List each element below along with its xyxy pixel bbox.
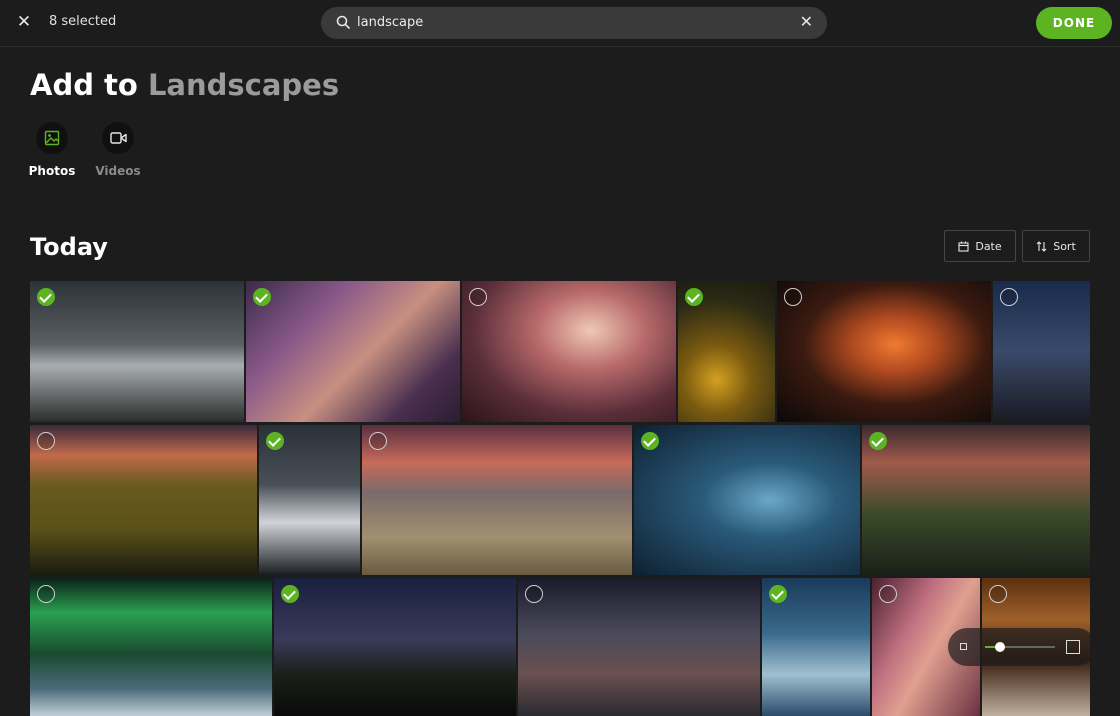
tab-photos-circle: [36, 122, 68, 154]
tab-videos[interactable]: Videos: [88, 122, 148, 178]
small-thumbnails-icon[interactable]: [960, 643, 967, 650]
checkmark-selected-icon[interactable]: [37, 288, 55, 306]
image-icon: [44, 130, 60, 146]
top-bar: ✕ 8 selected landscape ✕ DONE: [0, 0, 1120, 47]
date-button[interactable]: Date: [944, 230, 1016, 262]
checkmark-selected-icon[interactable]: [253, 288, 271, 306]
photo-thumbnail-waterfall-mountain[interactable]: [862, 425, 1090, 575]
photo-thumbnail-lake-dusk[interactable]: [274, 578, 516, 716]
photo-thumbnail-mountain-range-sunset[interactable]: [362, 425, 632, 575]
photo-thumbnail-orange-canyon-dark[interactable]: [777, 281, 991, 422]
photo-thumbnail-snowy-mountain-valley[interactable]: [30, 281, 244, 422]
sort-button-label: Sort: [1053, 239, 1076, 253]
photo-thumbnail-slot-canyon-purple[interactable]: [246, 281, 460, 422]
close-icon[interactable]: ✕: [14, 11, 34, 33]
photo-thumbnail-ice-waves-night[interactable]: [762, 578, 870, 716]
done-button[interactable]: DONE: [1036, 7, 1112, 39]
select-circle-icon[interactable]: [1000, 288, 1018, 306]
select-circle-icon[interactable]: [369, 432, 387, 450]
checkmark-selected-icon[interactable]: [281, 585, 299, 603]
clear-search-icon[interactable]: ✕: [800, 12, 813, 31]
search-field[interactable]: landscape ✕: [321, 7, 827, 39]
checkmark-selected-icon[interactable]: [869, 432, 887, 450]
photo-thumbnail-ice-cave[interactable]: [634, 425, 860, 575]
select-circle-icon[interactable]: [469, 288, 487, 306]
select-circle-icon[interactable]: [989, 585, 1007, 603]
sort-icon: [1036, 240, 1047, 252]
album-name: Landscapes: [147, 68, 340, 102]
checkmark-selected-icon[interactable]: [266, 432, 284, 450]
date-button-label: Date: [975, 239, 1002, 253]
calendar-icon: [958, 241, 969, 252]
large-thumbnails-icon[interactable]: [1066, 640, 1080, 654]
photo-thumbnail-canyon-light-beam[interactable]: [462, 281, 676, 422]
title-prefix: Add to: [30, 68, 138, 102]
section-title: Today: [30, 233, 108, 261]
checkmark-selected-icon[interactable]: [685, 288, 703, 306]
search-input[interactable]: landscape: [357, 15, 423, 30]
search-icon: [336, 15, 350, 29]
zoom-control: [948, 628, 1096, 666]
select-circle-icon[interactable]: [879, 585, 897, 603]
photo-thumbnail-milky-way-mountains[interactable]: [518, 578, 760, 716]
zoom-slider[interactable]: [985, 642, 1055, 652]
photo-thumbnail-aurora-mountain[interactable]: [30, 578, 272, 716]
tab-photos[interactable]: Photos: [22, 122, 82, 178]
tab-photos-label: Photos: [28, 164, 76, 178]
photo-thumbnail-sunflower-field[interactable]: [678, 281, 775, 422]
checkmark-selected-icon[interactable]: [769, 585, 787, 603]
select-circle-icon[interactable]: [37, 432, 55, 450]
tab-videos-label: Videos: [95, 164, 141, 178]
photo-thumbnail-sunflowers-sunset[interactable]: [30, 425, 257, 575]
select-circle-icon[interactable]: [525, 585, 543, 603]
select-circle-icon[interactable]: [37, 585, 55, 603]
checkmark-selected-icon[interactable]: [641, 432, 659, 450]
zoom-slider-handle[interactable]: [995, 642, 1006, 652]
video-icon: [109, 132, 127, 144]
tab-videos-circle: [102, 122, 134, 154]
photo-thumbnail-milky-way-dead-tree[interactable]: [993, 281, 1090, 422]
selection-count: 8 selected: [49, 14, 117, 29]
select-circle-icon[interactable]: [784, 288, 802, 306]
sort-button[interactable]: Sort: [1022, 230, 1090, 262]
photo-thumbnail-snowy-peak-ice[interactable]: [259, 425, 360, 575]
page-title: Add to Landscapes: [30, 68, 339, 102]
